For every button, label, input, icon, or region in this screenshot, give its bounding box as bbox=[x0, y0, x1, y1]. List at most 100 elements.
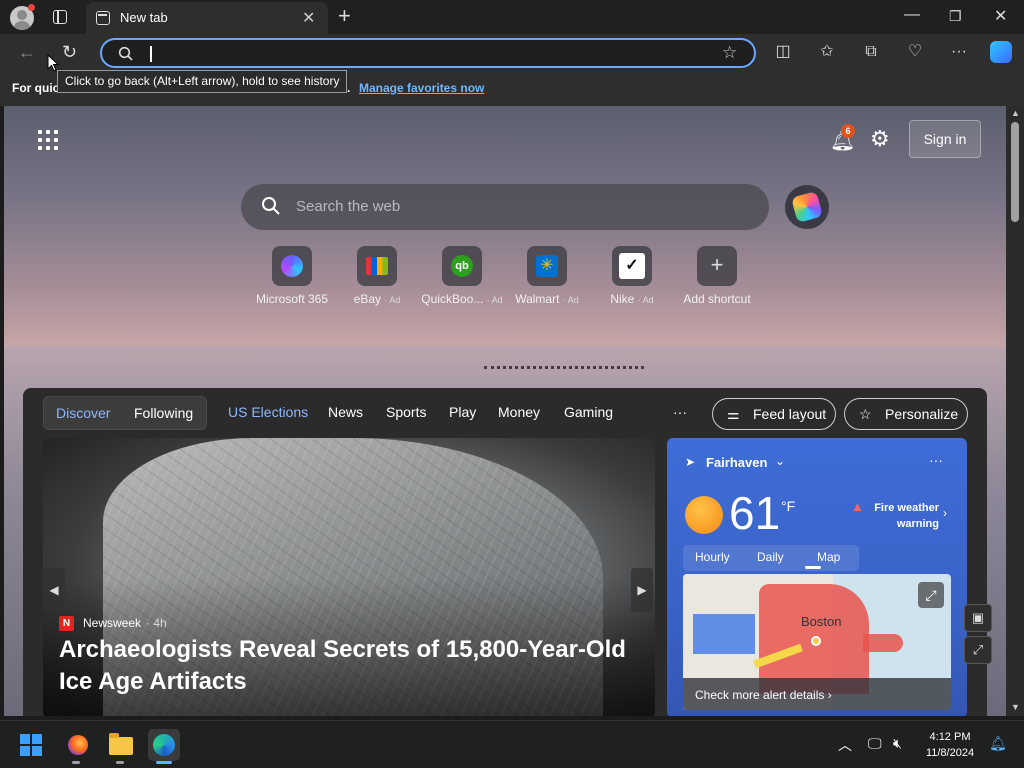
carousel-next-icon[interactable]: ▶ bbox=[631, 568, 653, 612]
ad-label: · Ad bbox=[384, 295, 401, 305]
shortcut-quickbooks[interactable]: qb QuickBoo... · Ad bbox=[418, 246, 506, 306]
tab-new-tab[interactable]: New tab ✕ bbox=[86, 2, 328, 34]
weather-warning[interactable]: Fire weather warning bbox=[867, 500, 939, 532]
web-search-box[interactable]: Search the web bbox=[241, 184, 769, 230]
shortcut-label: eBay bbox=[353, 292, 381, 306]
nav-money[interactable]: Money bbox=[498, 404, 540, 420]
article-source: Newsweek bbox=[83, 616, 142, 630]
map-city-label: Boston bbox=[801, 614, 842, 629]
weather-tab-daily[interactable]: Daily bbox=[757, 550, 784, 564]
nav-more-icon[interactable]: ··· bbox=[673, 404, 687, 420]
scroll-down-icon[interactable]: ▼ bbox=[1011, 702, 1020, 712]
ad-label: · Ad bbox=[486, 295, 503, 305]
nav-news[interactable]: News bbox=[328, 404, 363, 420]
hero-article-card[interactable]: ◀ ▶ N Newsweek · 4h Archaeologists Revea… bbox=[43, 438, 655, 716]
back-tooltip: Click to go back (Alt+Left arrow), hold … bbox=[57, 70, 348, 93]
feed-layout-button[interactable]: ⚌ Feed layout bbox=[712, 398, 836, 430]
scroll-up-icon[interactable]: ▲ bbox=[1011, 108, 1020, 118]
maximize-icon[interactable]: ❐ bbox=[949, 8, 962, 25]
map-cape-region bbox=[863, 634, 903, 652]
weather-card[interactable]: ➤ Fairhaven ⌄ ··· 61 °F ▲ Fire weather w… bbox=[667, 438, 967, 716]
notification-bell-icon[interactable]: 🔔︎ bbox=[989, 735, 1007, 752]
sign-in-button[interactable]: Sign in bbox=[909, 120, 981, 158]
search-icon bbox=[262, 197, 280, 215]
windows-start-icon[interactable] bbox=[20, 734, 42, 756]
refresh-icon[interactable]: ↻ bbox=[62, 42, 77, 63]
tab-discover[interactable]: Discover bbox=[56, 405, 110, 421]
copilot-button[interactable] bbox=[785, 185, 829, 229]
favorites-icon[interactable]: ✩ bbox=[818, 43, 836, 61]
chevron-down-icon[interactable]: ⌄ bbox=[775, 454, 785, 468]
collections-icon[interactable]: ⧉ bbox=[862, 43, 880, 61]
new-tab-button[interactable]: + bbox=[338, 3, 351, 29]
favorites-bar-label: For quic bbox=[12, 81, 60, 95]
show-hidden-icons-chevron-icon[interactable]: ︿ bbox=[838, 735, 852, 755]
manage-favorites-link[interactable]: Manage favorites now bbox=[359, 81, 484, 95]
favorite-star-icon[interactable]: ☆ bbox=[722, 43, 737, 63]
file-explorer-taskbar-icon[interactable] bbox=[104, 729, 136, 761]
shortcut-microsoft-365[interactable]: Microsoft 365 bbox=[248, 246, 336, 306]
nav-gaming[interactable]: Gaming bbox=[564, 404, 613, 420]
carousel-prev-icon[interactable]: ◀ bbox=[43, 568, 65, 612]
favorites-bar-suffix: . bbox=[347, 81, 351, 95]
chevron-right-icon[interactable]: › bbox=[943, 506, 947, 520]
weather-tabs: Hourly Daily Map bbox=[683, 545, 859, 571]
weather-tab-hourly[interactable]: Hourly bbox=[695, 550, 730, 564]
shortcut-walmart[interactable]: ✳ Walmart · Ad bbox=[503, 246, 591, 306]
weather-tab-map[interactable]: Map bbox=[817, 550, 840, 564]
personalize-label: Personalize bbox=[885, 406, 959, 422]
fullscreen-expand-icon[interactable]: ⤢ bbox=[964, 636, 992, 664]
scrollbar-thumb[interactable] bbox=[1011, 122, 1019, 222]
shortcut-add[interactable]: + Add shortcut bbox=[673, 246, 761, 306]
background-image-icon[interactable]: ▣ bbox=[964, 604, 992, 632]
volume-muted-icon[interactable]: 🔇︎ bbox=[893, 735, 902, 752]
apps-launcher-icon[interactable] bbox=[38, 130, 58, 150]
address-bar[interactable]: ☆ bbox=[100, 38, 756, 68]
system-clock[interactable]: 4:12 PM 11/8/2024 bbox=[918, 729, 982, 761]
nav-sports[interactable]: Sports bbox=[386, 404, 426, 420]
minimize-icon[interactable]: — bbox=[904, 6, 920, 24]
shortcut-label: Microsoft 365 bbox=[255, 292, 329, 306]
personalize-button[interactable]: ☆ Personalize bbox=[844, 398, 968, 430]
explorer-running-indicator bbox=[116, 761, 124, 764]
settings-gear-icon[interactable]: ⚙ bbox=[870, 126, 890, 152]
weather-city[interactable]: Fairhaven bbox=[706, 455, 767, 470]
edge-taskbar-icon[interactable] bbox=[148, 729, 180, 761]
firefox-taskbar-icon[interactable] bbox=[60, 729, 92, 761]
title-bar: New tab ✕ + — ❐ ✕ bbox=[0, 0, 1024, 34]
sparkle-star-icon: ☆ bbox=[859, 406, 872, 422]
quickbooks-icon: qb bbox=[442, 246, 482, 286]
network-icon[interactable]: 🖵︎ bbox=[868, 735, 882, 752]
close-icon[interactable]: ✕ bbox=[994, 6, 1007, 26]
tab-title: New tab bbox=[120, 10, 168, 25]
weather-map[interactable]: Boston ⤢ Check more alert details › bbox=[683, 574, 951, 710]
tab-actions-icon[interactable] bbox=[53, 10, 67, 24]
page-scrollbar[interactable]: ▲ ▼ bbox=[1006, 106, 1024, 716]
browser-essentials-icon[interactable]: ♡ bbox=[906, 43, 924, 61]
expand-map-icon[interactable]: ⤢ bbox=[918, 582, 944, 608]
nav-play[interactable]: Play bbox=[449, 404, 476, 420]
shortcut-nike[interactable]: ✓ Nike · Ad bbox=[588, 246, 676, 306]
navigation-toolbar: ← ↻ ☆ ◫ ✩ ⧉ ♡ ··· bbox=[0, 34, 1024, 72]
shortcut-label: Add shortcut bbox=[683, 292, 751, 306]
more-options-icon[interactable]: ··· bbox=[950, 43, 968, 61]
edge-active-indicator bbox=[156, 761, 172, 764]
tab-close-icon[interactable]: ✕ bbox=[302, 8, 315, 28]
news-feed: Discover Following US Elections News Spo… bbox=[23, 388, 987, 716]
fire-warning-icon: ▲ bbox=[851, 499, 864, 514]
split-screen-icon[interactable]: ◫ bbox=[774, 43, 792, 61]
active-tab-indicator bbox=[805, 566, 821, 569]
article-headline[interactable]: Archaeologists Reveal Secrets of 15,800-… bbox=[59, 634, 639, 698]
firefox-running-indicator bbox=[72, 761, 80, 764]
walmart-icon: ✳ bbox=[527, 246, 567, 286]
alert-details-link[interactable]: Check more alert details › bbox=[683, 678, 951, 710]
shortcut-ebay[interactable]: eBay · Ad bbox=[333, 246, 421, 306]
copilot-icon[interactable] bbox=[990, 41, 1012, 63]
sliders-icon: ⚌ bbox=[727, 406, 740, 422]
tab-following[interactable]: Following bbox=[134, 405, 193, 421]
search-placeholder: Search the web bbox=[296, 198, 401, 215]
nav-us-elections[interactable]: US Elections bbox=[228, 404, 308, 420]
text-caret bbox=[150, 46, 152, 62]
back-icon[interactable]: ← bbox=[18, 42, 36, 63]
more-options-icon[interactable]: ··· bbox=[929, 452, 943, 468]
